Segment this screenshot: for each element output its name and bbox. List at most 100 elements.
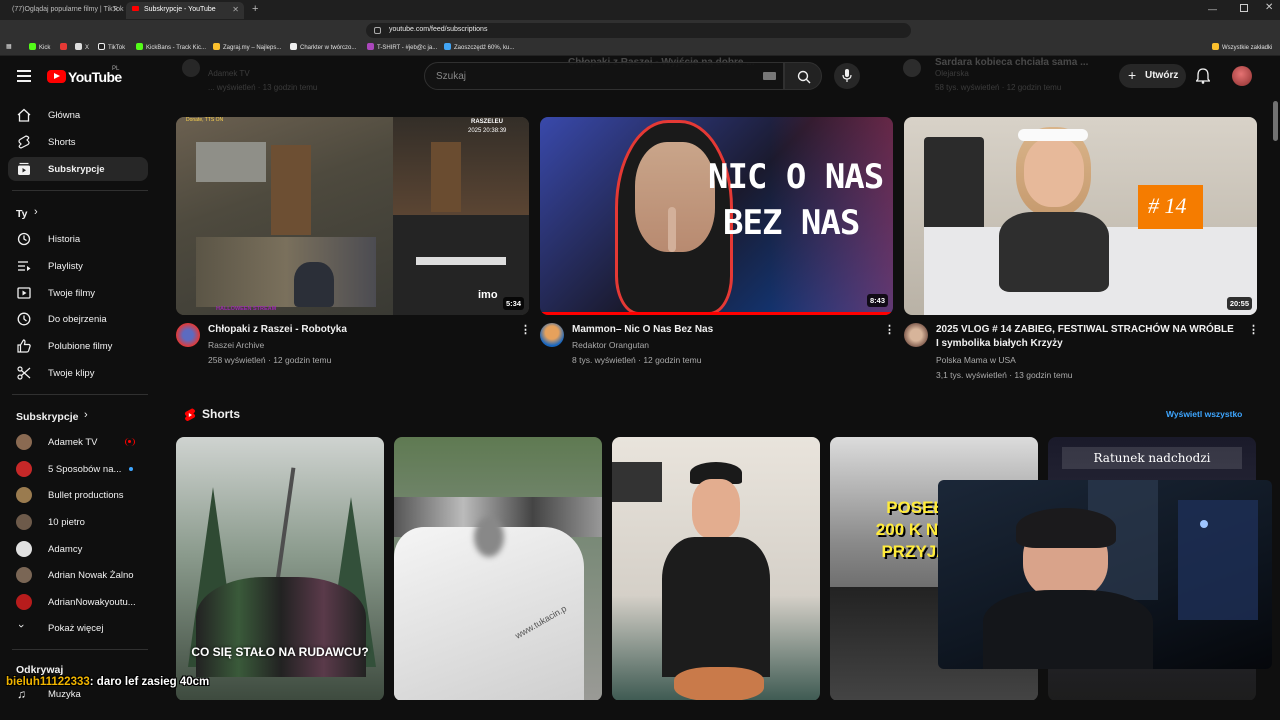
sidebar-item-watch-later[interactable]: Do obejrzenia: [8, 307, 148, 331]
sidebar-item-home[interactable]: Główna: [8, 103, 148, 127]
video-title[interactable]: Chłopaki z Raszei - Robotyka: [208, 323, 508, 337]
bookmark-label: TikTok: [108, 45, 126, 51]
more-actions-icon[interactable]: ⋮: [1248, 323, 1259, 336]
watch-later-icon: [17, 312, 31, 326]
url-field[interactable]: youtube.com/feed/subscriptions: [366, 23, 911, 38]
bookmark-item[interactable]: [60, 43, 70, 51]
channel-avatar[interactable]: [176, 323, 200, 347]
overlay-text: BEZ NAS: [723, 203, 860, 243]
channel-avatar[interactable]: [904, 323, 928, 347]
sidebar-item-label: Muzyka: [48, 689, 81, 700]
sidebar-section-subscriptions[interactable]: Subskrypcje ›: [8, 407, 148, 427]
video-thumbnail[interactable]: NIC O NAS BEZ NAS 8:43: [540, 117, 893, 315]
view-all-link[interactable]: Wyświetl wszystko: [1166, 409, 1242, 419]
sidebar-subscription-item[interactable]: Adamek TV: [8, 430, 148, 454]
browser-tab-tiktok[interactable]: (77)Oglądaj popularne filmy | TikTok ✕: [6, 2, 124, 19]
new-content-dot: [129, 467, 133, 471]
sidebar-subscription-item[interactable]: AdrianNowakyoutu...: [8, 590, 148, 614]
all-bookmarks-folder[interactable]: Wszystkie zakładki: [1212, 43, 1272, 51]
short-thumbnail[interactable]: [612, 437, 820, 701]
tab-title: (77)Oglądaj popularne filmy | TikTok: [12, 6, 124, 13]
short-thumbnail[interactable]: www.tukacin.p: [394, 437, 602, 701]
bookmark-item[interactable]: X: [75, 43, 89, 51]
sidebar-section-you[interactable]: Ty ›: [8, 204, 148, 224]
site-info-icon[interactable]: [374, 27, 381, 34]
x-icon: [75, 43, 82, 50]
sidebar-item-label: Subskrypcje: [48, 164, 105, 175]
country-code: PL: [112, 66, 120, 72]
equipment-shape: [924, 137, 984, 237]
voice-search-button[interactable]: [834, 63, 860, 89]
bookmark-item[interactable]: Kick: [29, 43, 50, 51]
sidebar-item-your-videos[interactable]: Twoje filmy: [8, 281, 148, 305]
create-button[interactable]: + Utwórz: [1119, 64, 1186, 88]
plus-icon: +: [1128, 67, 1137, 83]
sidebar-subscription-item[interactable]: Adrian Nowak Żalno: [8, 563, 148, 587]
video-title[interactable]: 2025 VLOG # 14 ZABIEG, FESTIWAL STRACHÓW…: [936, 323, 1236, 351]
show-more-button[interactable]: › Pokaż więcej: [8, 616, 148, 640]
playlist-icon: [18, 261, 31, 271]
headband-shape: [1018, 129, 1088, 141]
bookmark-item[interactable]: Zaoszczędź 60%, ku...: [444, 43, 514, 51]
hamburger-menu-icon[interactable]: [17, 70, 31, 82]
keyboard-icon[interactable]: [763, 72, 776, 80]
sidebar-item-playlists[interactable]: Playlisty: [8, 254, 148, 278]
chat-username: bieluh11122333: [6, 676, 90, 688]
search-input[interactable]: Szukaj: [424, 62, 784, 90]
sidebar-item-label: Główna: [48, 110, 81, 121]
short-caption: CO SIĘ STAŁO NA RUDAWCU?: [191, 645, 369, 659]
maximize-icon[interactable]: [1240, 4, 1248, 12]
tiktok-icon: [98, 43, 105, 50]
sidebar-item-your-clips[interactable]: Twoje klipy: [8, 361, 148, 385]
account-avatar[interactable]: [1232, 66, 1252, 86]
notifications-bell-icon[interactable]: [1196, 68, 1210, 84]
bookmark-item[interactable]: Charkter w twórczo...: [290, 43, 356, 51]
apps-grid-icon[interactable]: ▦: [6, 43, 12, 50]
shirt-shape: [662, 537, 770, 677]
sidebar-subscription-item[interactable]: Bullet productions: [8, 483, 148, 507]
microphone-icon: [842, 69, 852, 82]
short-thumbnail[interactable]: CO SIĘ STAŁO NA RUDAWCU?: [176, 437, 384, 701]
page-scrollbar-thumb[interactable]: [1273, 101, 1278, 141]
sidebar-item-liked-videos[interactable]: Polubione filmy: [8, 334, 148, 358]
sidebar-item-subscriptions[interactable]: Subskrypcje: [8, 157, 148, 181]
minimize-icon[interactable]: —: [1208, 4, 1217, 14]
search-icon: [797, 70, 811, 84]
video-thumbnail[interactable]: Donate, TTS ON RASZEI.EU 2025 20:38:39 H…: [176, 117, 529, 315]
browser-tab-youtube[interactable]: Subskrypcje - YouTube ✕: [126, 2, 244, 19]
sidebar-item-label: Shorts: [48, 137, 76, 148]
channel-name[interactable]: Raszei Archive: [208, 340, 264, 350]
sidebar-item-shorts[interactable]: Shorts: [8, 130, 148, 154]
video-title[interactable]: Mammon– Nic O Nas Bez Nas: [572, 323, 872, 337]
sidebar-subscription-item[interactable]: 5 Sposobów na...: [8, 457, 148, 481]
more-actions-icon[interactable]: ⋮: [884, 323, 895, 336]
channel-avatar[interactable]: [540, 323, 564, 347]
duration-badge: 5:34: [502, 297, 524, 310]
group-people-shape: [196, 577, 366, 677]
sidebar-item-label: Historia: [48, 234, 81, 245]
search-button[interactable]: [784, 62, 822, 90]
channel-name[interactable]: Redaktor Orangutan: [572, 340, 649, 350]
check-icon: [444, 43, 451, 50]
sidebar-item-history[interactable]: Historia: [8, 227, 148, 251]
bookmark-item[interactable]: Zagraj.my – Najleps...: [213, 43, 281, 51]
sidebar-subscription-item[interactable]: 10 pietro: [8, 510, 148, 534]
section-title: Subskrypcje: [16, 411, 79, 423]
bookmark-item[interactable]: KickBans - Track Kic...: [136, 43, 206, 51]
shorts-header: Shorts: [202, 407, 241, 421]
channel-name[interactable]: Polska Mama w USA: [936, 355, 1016, 365]
video-metadata: 8 tys. wyświetleń · 12 godzin temu: [572, 355, 702, 365]
sidebar-subscription-item[interactable]: Adamcy: [8, 537, 148, 561]
bookmark-item[interactable]: TikTok: [98, 43, 125, 51]
youtube-play-logo-icon: [47, 70, 66, 83]
close-tab-icon[interactable]: ✕: [112, 5, 119, 14]
new-tab-icon[interactable]: +: [252, 3, 258, 15]
close-window-icon[interactable]: ✕: [1265, 2, 1273, 13]
webcam-overlay: [938, 480, 1272, 669]
face-shape: [692, 479, 740, 539]
close-tab-icon[interactable]: ✕: [232, 5, 239, 14]
bookmark-item[interactable]: T-SHIRT - #jeb@c ja...: [367, 43, 437, 51]
video-thumbnail[interactable]: # 14 20:55: [904, 117, 1257, 315]
finger-shape: [668, 207, 676, 252]
more-actions-icon[interactable]: ⋮: [520, 323, 531, 336]
